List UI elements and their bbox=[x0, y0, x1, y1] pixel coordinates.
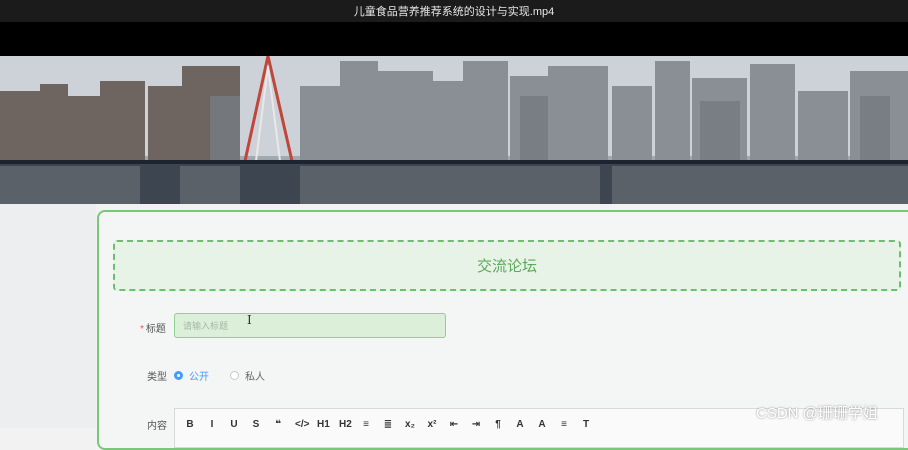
underline-button[interactable]: U bbox=[229, 419, 239, 430]
direction-button[interactable]: ¶ bbox=[493, 419, 503, 430]
background-color-button[interactable]: A bbox=[537, 419, 547, 430]
italic-button[interactable]: I bbox=[207, 419, 217, 430]
editor-toolbar: B I U S ❝ </> H1 H2 ≡ ≣ x₂ x² ⇤ ⇥ ¶ A A … bbox=[185, 419, 591, 430]
forum-title: 交流论坛 bbox=[476, 258, 537, 275]
video-title: 儿童食品营养推荐系统的设计与实现.mp4 bbox=[353, 6, 555, 18]
text-cursor-icon: I bbox=[247, 313, 252, 327]
align-button[interactable]: ≡ bbox=[559, 419, 569, 430]
radio-private-label: 私人 bbox=[245, 372, 265, 383]
radio-public-label: 公开 bbox=[189, 372, 209, 383]
title-input[interactable] bbox=[174, 313, 446, 338]
code-button[interactable]: </> bbox=[295, 419, 309, 430]
banner-carousel[interactable] bbox=[0, 56, 908, 204]
superscript-button[interactable]: x² bbox=[427, 419, 437, 430]
outdent-button[interactable]: ⇤ bbox=[449, 419, 459, 430]
bold-button[interactable]: B bbox=[185, 419, 195, 430]
city-skyline-image bbox=[0, 56, 908, 204]
quote-button[interactable]: ❝ bbox=[273, 419, 283, 430]
subscript-button[interactable]: x₂ bbox=[405, 419, 415, 430]
bullet-list-button[interactable]: ≣ bbox=[383, 419, 393, 430]
strike-button[interactable]: S bbox=[251, 419, 261, 430]
radio-unchecked-icon bbox=[230, 371, 239, 380]
indent-button[interactable]: ⇥ bbox=[471, 419, 481, 430]
font-color-button[interactable]: A bbox=[515, 419, 525, 430]
left-gutter bbox=[0, 204, 96, 428]
video-title-bar: 儿童食品营养推荐系统的设计与实现.mp4 bbox=[0, 0, 908, 22]
csdn-watermark: CSDN @珊珊学姐 bbox=[756, 405, 878, 422]
h1-button[interactable]: H1 bbox=[317, 419, 330, 430]
forum-header: 交流论坛 bbox=[113, 240, 901, 291]
type-label: 类型 bbox=[147, 372, 167, 383]
radio-public[interactable]: 公开 bbox=[174, 368, 209, 383]
radio-private[interactable]: 私人 bbox=[230, 368, 265, 383]
top-black-band bbox=[0, 22, 908, 56]
h2-button[interactable]: H2 bbox=[339, 419, 352, 430]
radio-checked-icon bbox=[174, 371, 183, 380]
required-mark: * bbox=[140, 324, 144, 335]
ordered-list-button[interactable]: ≡ bbox=[361, 419, 371, 430]
content-label: 内容 bbox=[147, 421, 167, 432]
clear-format-button[interactable]: T bbox=[581, 419, 591, 430]
title-label: * 标题 bbox=[140, 324, 166, 335]
